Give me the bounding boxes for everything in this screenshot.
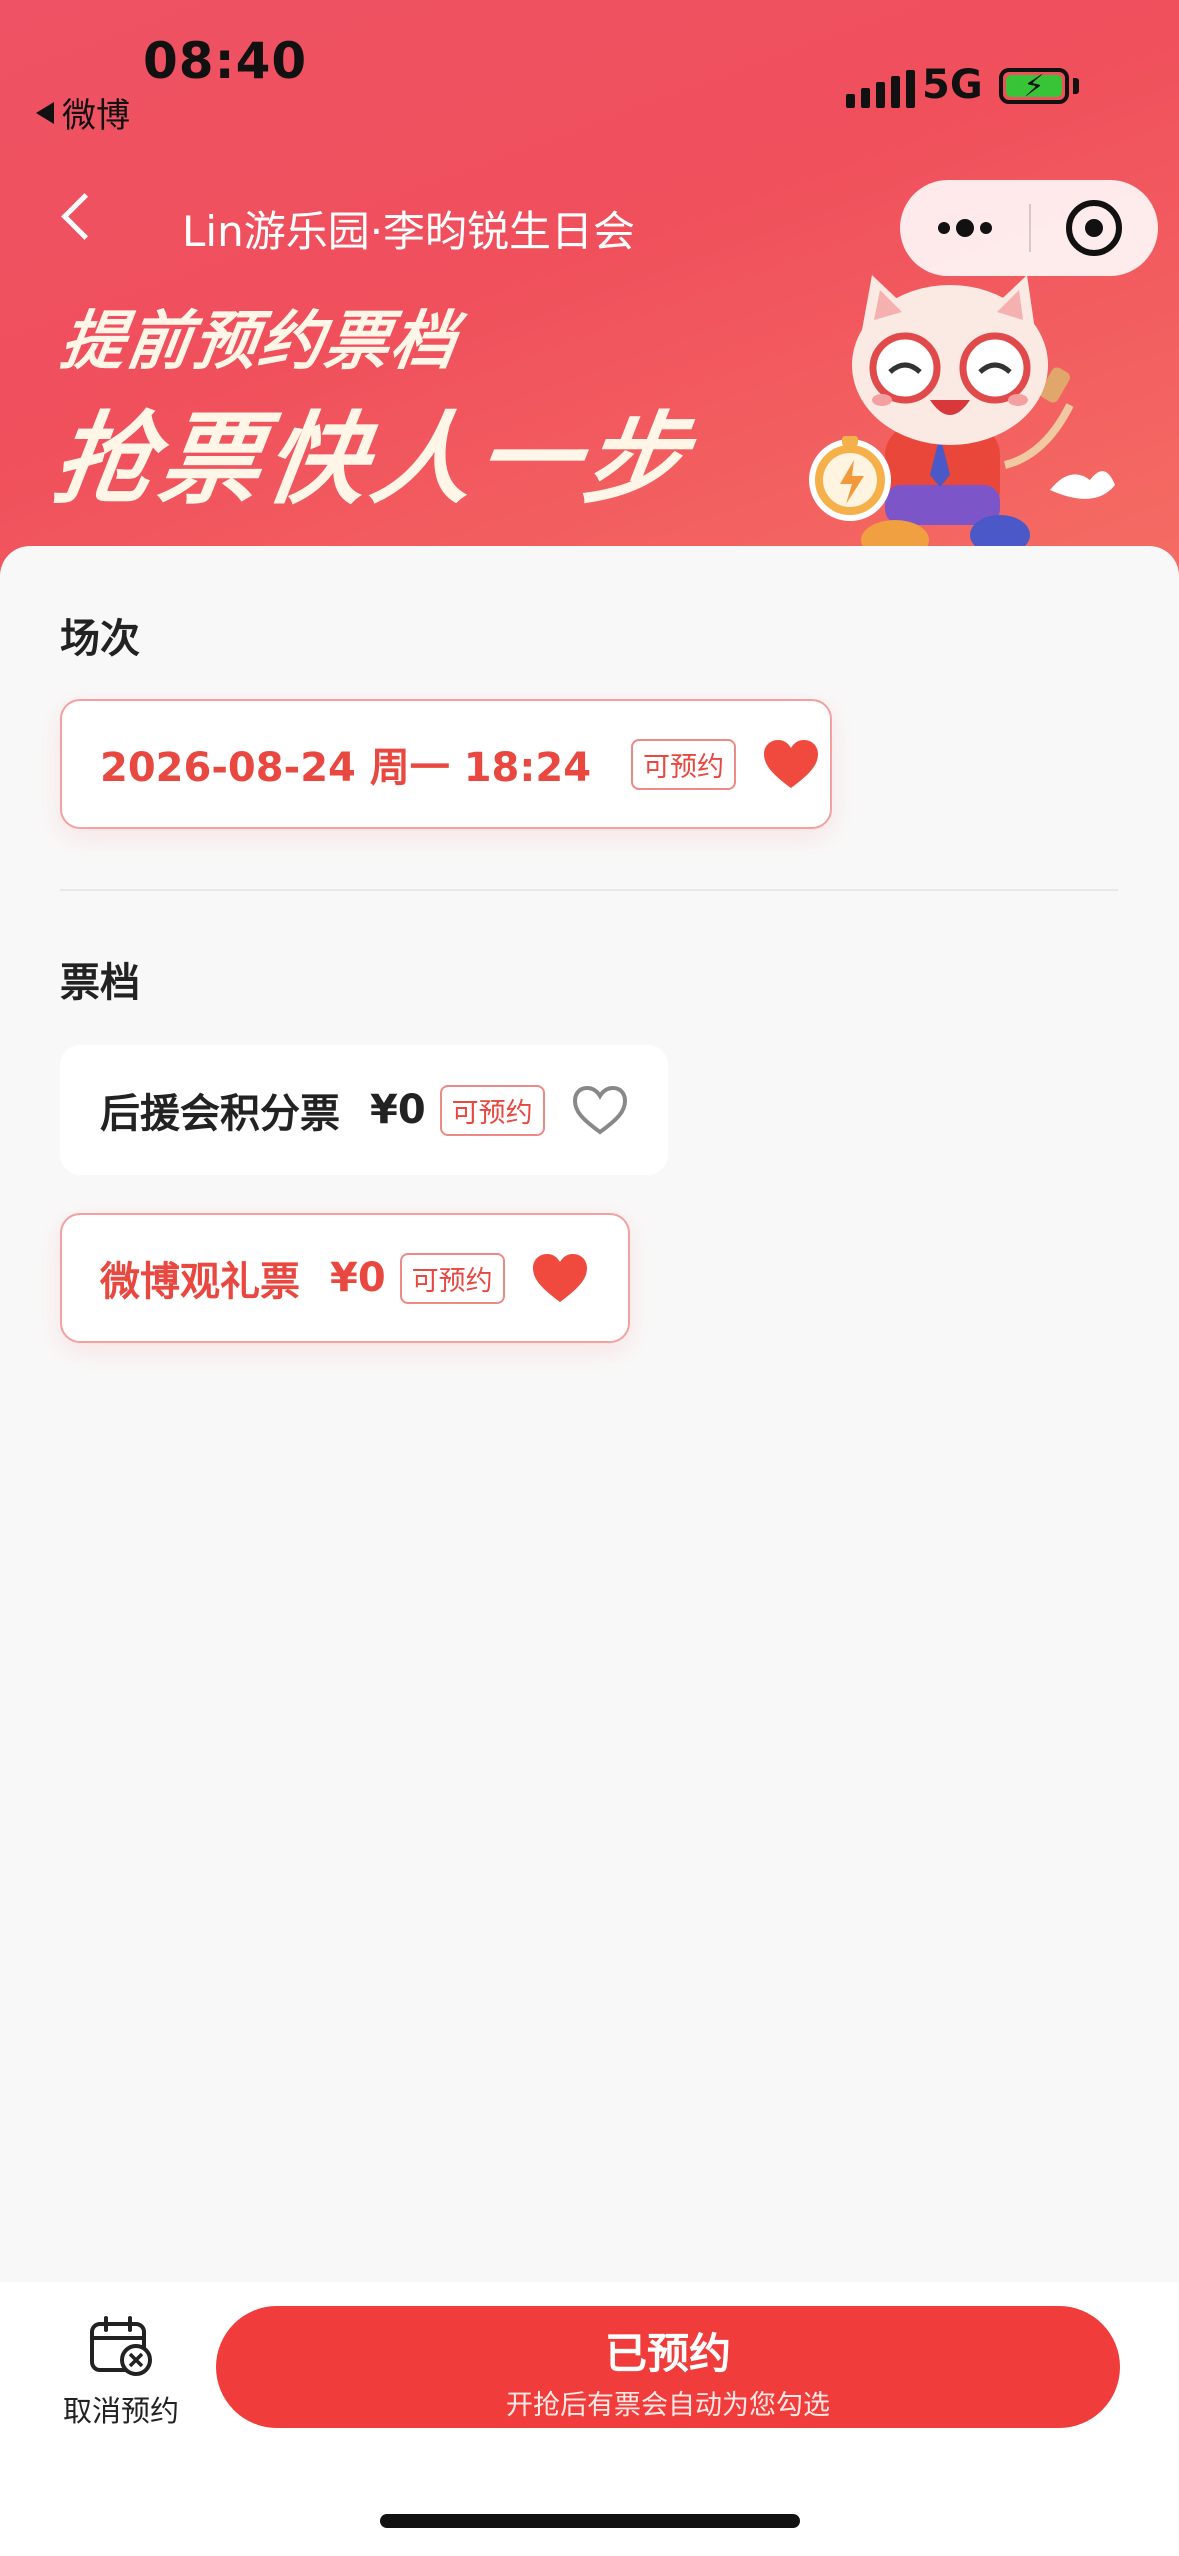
ticket-status-tag: 可预约 xyxy=(399,1252,505,1304)
network-type: 5G xyxy=(922,62,983,108)
back-triangle-icon xyxy=(36,101,54,124)
back-app-label: 微博 xyxy=(62,96,130,136)
ticket-name: 后援会积分票 xyxy=(100,1091,340,1137)
ticket-section-title: 票档 xyxy=(60,960,140,1006)
session-datetime: 2026-08-24 周一 18:24 xyxy=(100,745,592,791)
capsule-divider xyxy=(1029,204,1031,252)
home-indicator xyxy=(380,2514,800,2528)
signal-icon xyxy=(846,68,915,108)
ticket-status-tag: 可预约 xyxy=(439,1084,545,1136)
reserved-button-hint: 开抢后有票会自动为您勾选 xyxy=(506,2390,830,2421)
ticket-name: 微博观礼票 xyxy=(100,1259,300,1305)
banner-slogan-line2: 抢票快人一步 xyxy=(46,401,699,518)
reserved-button[interactable]: 已预约 开抢后有票会自动为您勾选 xyxy=(216,2306,1120,2428)
calendar-cancel-icon xyxy=(90,2316,152,2376)
ticket-price: ¥0 xyxy=(330,1255,386,1301)
ticket-option-fanclub[interactable]: 后援会积分票 ¥0 可预约 xyxy=(60,1045,668,1175)
ticket-option-weibo[interactable]: 微博观礼票 ¥0 可预约 xyxy=(60,1213,630,1343)
cancel-reservation-label: 取消预约 xyxy=(62,2394,179,2428)
heart-filled-icon xyxy=(764,740,819,788)
status-time: 08:40 xyxy=(143,32,308,90)
ticket-price: ¥0 xyxy=(370,1087,426,1133)
banner-slogan-line1: 提前预约票档 xyxy=(55,305,463,379)
reserved-button-label: 已预约 xyxy=(604,2329,731,2378)
battery-icon: ⚡ xyxy=(999,68,1069,104)
session-status-tag: 可预约 xyxy=(631,738,737,790)
cat-mascot-icon xyxy=(809,275,1115,574)
back-to-app-link[interactable]: 微博 xyxy=(36,88,130,137)
page-title: Lin游乐园·李昀锐生日会 xyxy=(182,207,636,256)
cancel-reservation-button[interactable]: 取消预约 xyxy=(56,2314,186,2430)
heart-filled-icon xyxy=(532,1254,587,1302)
section-divider xyxy=(60,889,1118,891)
battery-cap xyxy=(1073,78,1079,94)
heart-outline-icon xyxy=(572,1085,627,1135)
session-option[interactable]: 2026-08-24 周一 18:24 可预约 xyxy=(60,699,832,829)
session-section-title: 场次 xyxy=(60,616,140,662)
close-miniprogram-icon[interactable] xyxy=(1066,200,1122,256)
